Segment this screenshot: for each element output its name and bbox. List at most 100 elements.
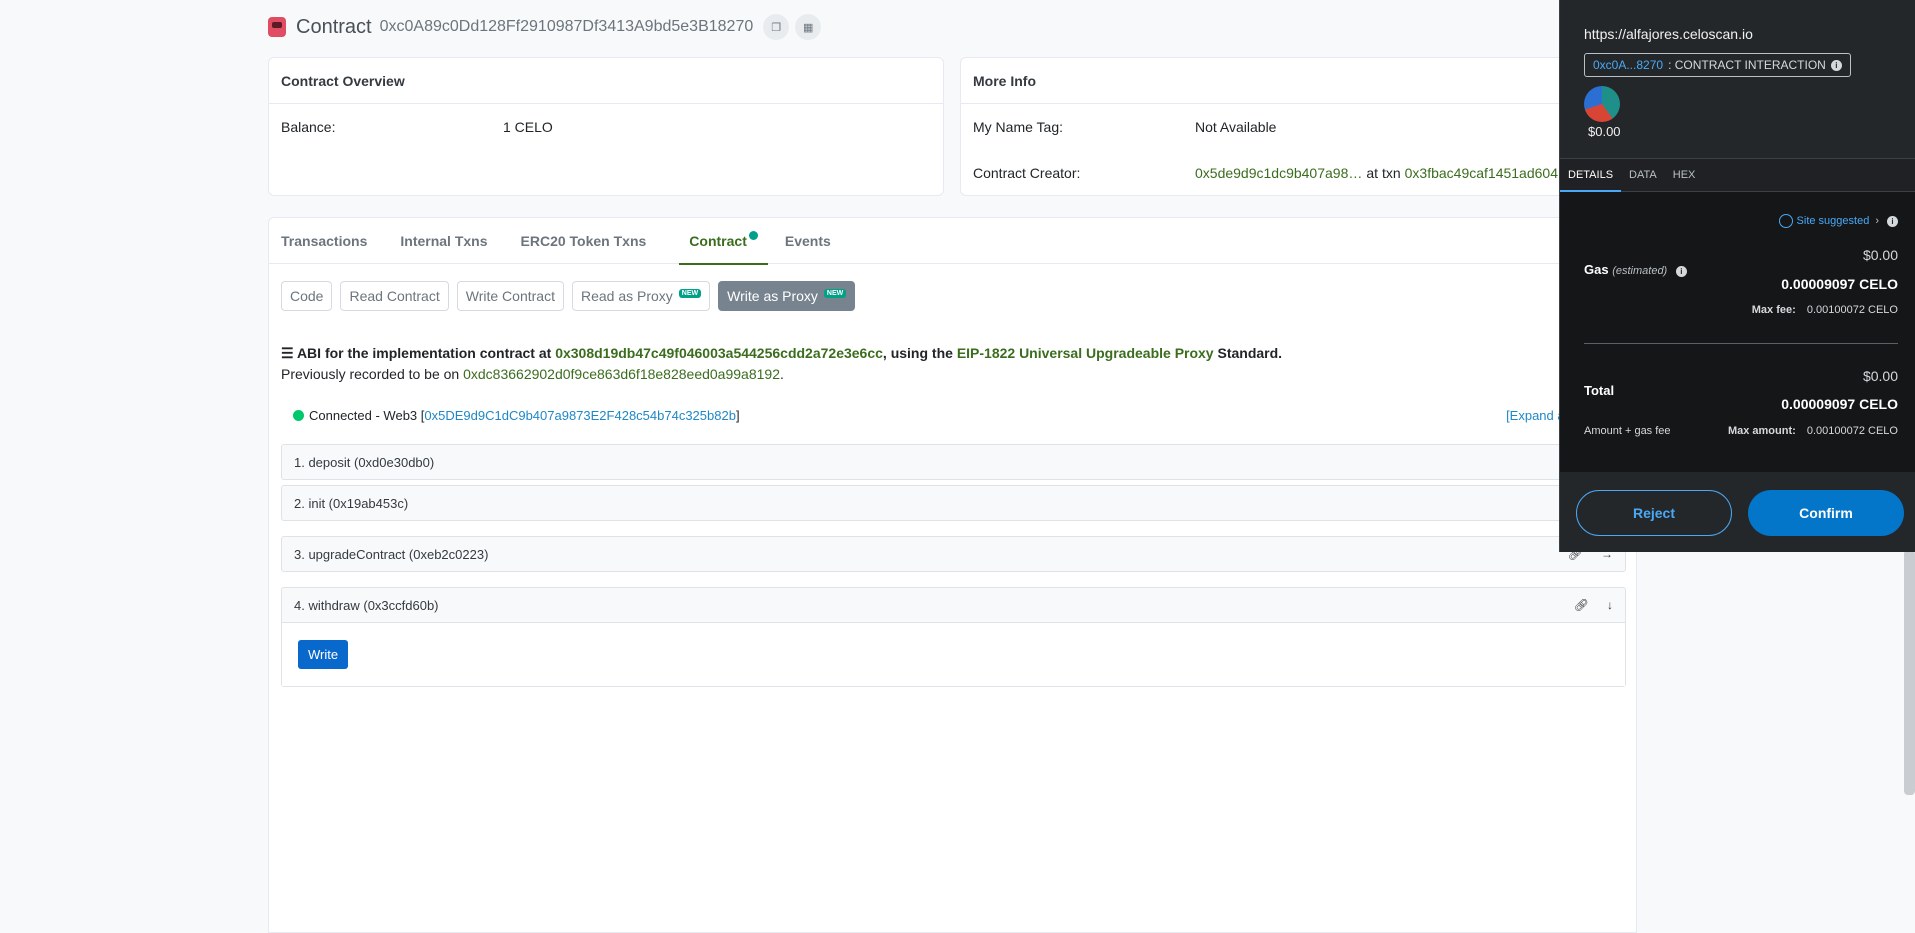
function-label: 1. deposit (0xd0e30db0) [294, 454, 435, 470]
name-tag-value: Not Available [1195, 119, 1277, 135]
previous-address-link[interactable]: 0xdc83662902d0f9ce863d6f18e828eed0a99a81… [463, 366, 780, 382]
contract-address: 0xc0A89c0Dd128Ff2910987Df3413A9bd5e3B182… [379, 18, 754, 35]
eip1822-link[interactable]: EIP-1822 Universal Upgradeable Proxy [957, 345, 1214, 361]
creation-txn-link[interactable]: 0x3fbac49caf1451ad604 [1405, 165, 1558, 181]
function-item[interactable]: 2. init (0x19ab453c) [281, 485, 1626, 521]
gas-label-text: Gas [1584, 262, 1609, 277]
max-amount-value: 0.00100072 CELO [1806, 425, 1898, 437]
max-amount-row: Max amount: 0.00100072 CELO [1728, 425, 1898, 437]
account-avatar [1584, 86, 1620, 122]
info-icon[interactable]: i [1830, 59, 1842, 71]
contract-tabs-card: Transactions Internal Txns ERC20 Token T… [268, 217, 1637, 933]
globe-icon [1778, 214, 1793, 228]
abi-notice: ☰ ABI for the implementation contract at… [281, 343, 1581, 385]
chevron-right-icon: › [1875, 215, 1879, 227]
site-suggested-label: Site suggested [1796, 215, 1870, 227]
abi-prefix: ABI for the implementation contract at [296, 345, 552, 361]
max-fee-row: Max fee: 0.00100072 CELO [1752, 304, 1898, 316]
connected-dot-icon [293, 410, 304, 421]
wallet-tabs: DETAILS DATA HEX [1560, 158, 1915, 192]
function-item[interactable]: 4. withdraw (0x3ccfd60b) 🔗︎ ↓ Write [281, 587, 1626, 687]
connected-close: ] [735, 408, 740, 423]
at-txn-text: at txn [1366, 165, 1401, 181]
request-origin: https://alfajores.celoscan.io [1584, 26, 1753, 42]
function-item[interactable]: 1. deposit (0xd0e30db0) [281, 444, 1626, 480]
contract-interaction-chip[interactable]: 0xc0A...8270 : CONTRACT INTERACTION i [1584, 53, 1851, 77]
fee-details: Site suggested › i $0.00 Gas (estimated)… [1560, 192, 1915, 472]
tab-erc20-token-txns[interactable]: ERC20 Token Txns [521, 218, 663, 264]
max-amount-label: Max amount: [1727, 425, 1796, 437]
web3-connection-status: Connected - Web3 [0x5DE9d9C1dC9b407a9873… [293, 408, 740, 423]
layers-icon: ☰ [281, 345, 294, 361]
more-info-card: More Info My Name Tag: Not Available Con… [960, 57, 1580, 196]
contract-subtabs: Code Read Contract Write Contract Read a… [281, 281, 863, 311]
creator-label: Contract Creator: [973, 165, 1081, 181]
info-icon[interactable]: i [1675, 266, 1687, 277]
page-scrollbar[interactable] [1904, 550, 1915, 795]
chip-text: : CONTRACT INTERACTION [1668, 58, 1826, 72]
qr-code-icon[interactable]: ▦ [795, 14, 822, 40]
function-label: 2. init (0x19ab453c) [294, 495, 409, 511]
abi-using: , using the [882, 345, 953, 361]
total-label: Total [1584, 383, 1615, 398]
write-as-proxy-label: Write as Proxy [727, 288, 818, 304]
function-label: 4. withdraw (0x3ccfd60b) [294, 597, 439, 613]
link-icon[interactable]: 🔗︎ [1574, 598, 1589, 612]
contract-overview-card: Contract Overview Balance: 1 CELO [268, 57, 944, 196]
tab-data[interactable]: DATA [1621, 159, 1665, 191]
write-contract-button[interactable]: Write Contract [456, 281, 564, 311]
name-tag-label: My Name Tag: [973, 119, 1063, 135]
site-suggested-link[interactable]: Site suggested › i [1778, 214, 1898, 228]
divider [1584, 343, 1898, 344]
tab-hex[interactable]: HEX [1665, 159, 1704, 191]
action-buttons: Reject Confirm [1560, 472, 1915, 552]
gas-label: Gas (estimated) i [1584, 262, 1687, 277]
total-usd: $0.00 [1862, 368, 1898, 384]
balance-value: 1 CELO [503, 119, 553, 135]
creator-address-link[interactable]: 0x5de9d9c1dc9b407a98… [1195, 165, 1362, 181]
implementation-address-link[interactable]: 0x308d19db47c49f046003a544256cdd2a72e3e6… [555, 345, 883, 361]
copy-icon[interactable]: ❐ [763, 14, 790, 40]
connected-address-link[interactable]: 0x5DE9d9C1dC9b407a9873E2F428c54b74c325b8… [424, 408, 736, 423]
tab-details[interactable]: DETAILS [1560, 159, 1622, 192]
gas-usd: $0.00 [1862, 247, 1898, 263]
info-icon[interactable]: i [1887, 215, 1898, 227]
function-label: 3. upgradeContract (0xeb2c0223) [294, 546, 489, 562]
gas-estimated-text: (estimated) [1612, 265, 1668, 277]
read-as-proxy-button[interactable]: Read as Proxy NEW [571, 281, 711, 311]
tab-contract-label: Contract [689, 233, 747, 249]
contract-header: Contract 0xc0A89c0Dd128Ff2910987Df3413A9… [268, 12, 827, 42]
max-fee-value: 0.00100072 CELO [1806, 304, 1898, 316]
connected-text: Connected - Web3 [ [309, 408, 425, 423]
write-as-proxy-button[interactable]: Write as Proxy NEW [718, 281, 856, 311]
code-button[interactable]: Code [281, 281, 333, 311]
confirm-button[interactable]: Confirm [1748, 490, 1904, 536]
abi-standard: Standard. [1217, 345, 1283, 361]
account-balance: $0.00 [1588, 124, 1621, 139]
tab-contract[interactable]: Contract [679, 218, 768, 265]
arrow-down-icon[interactable]: ↓ [1607, 598, 1613, 612]
tab-bar: Transactions Internal Txns ERC20 Token T… [269, 218, 1636, 265]
tab-events[interactable]: Events [785, 218, 847, 264]
max-fee-label: Max fee: [1751, 304, 1796, 316]
write-button[interactable]: Write [298, 640, 349, 669]
tab-transactions[interactable]: Transactions [281, 218, 383, 264]
chip-address: 0xc0A...8270 [1593, 58, 1664, 72]
amount-gas-fee-label: Amount + gas fee [1584, 425, 1671, 437]
balance-label: Balance: [281, 119, 336, 135]
function-body: Write [282, 622, 1625, 686]
function-item[interactable]: 3. upgradeContract (0xeb2c0223) 🔗︎ → [281, 536, 1626, 572]
read-contract-button[interactable]: Read Contract [340, 281, 449, 311]
reject-button[interactable]: Reject [1576, 490, 1732, 536]
read-as-proxy-label: Read as Proxy [580, 288, 673, 304]
overview-heading: Contract Overview [269, 58, 943, 104]
tab-internal-txns[interactable]: Internal Txns [400, 218, 503, 264]
more-info-heading: More Info [961, 58, 1580, 104]
page-title: Contract [296, 15, 372, 38]
gas-celo: 0.00009097 CELO [1781, 276, 1898, 292]
previous-text: Previously recorded to be on [281, 366, 460, 382]
previous-period: . [779, 366, 784, 382]
new-badge: NEW [823, 288, 847, 298]
contract-logo-icon [268, 17, 286, 37]
wallet-confirmation-popup: https://alfajores.celoscan.io 0xc0A...82… [1559, 0, 1915, 552]
